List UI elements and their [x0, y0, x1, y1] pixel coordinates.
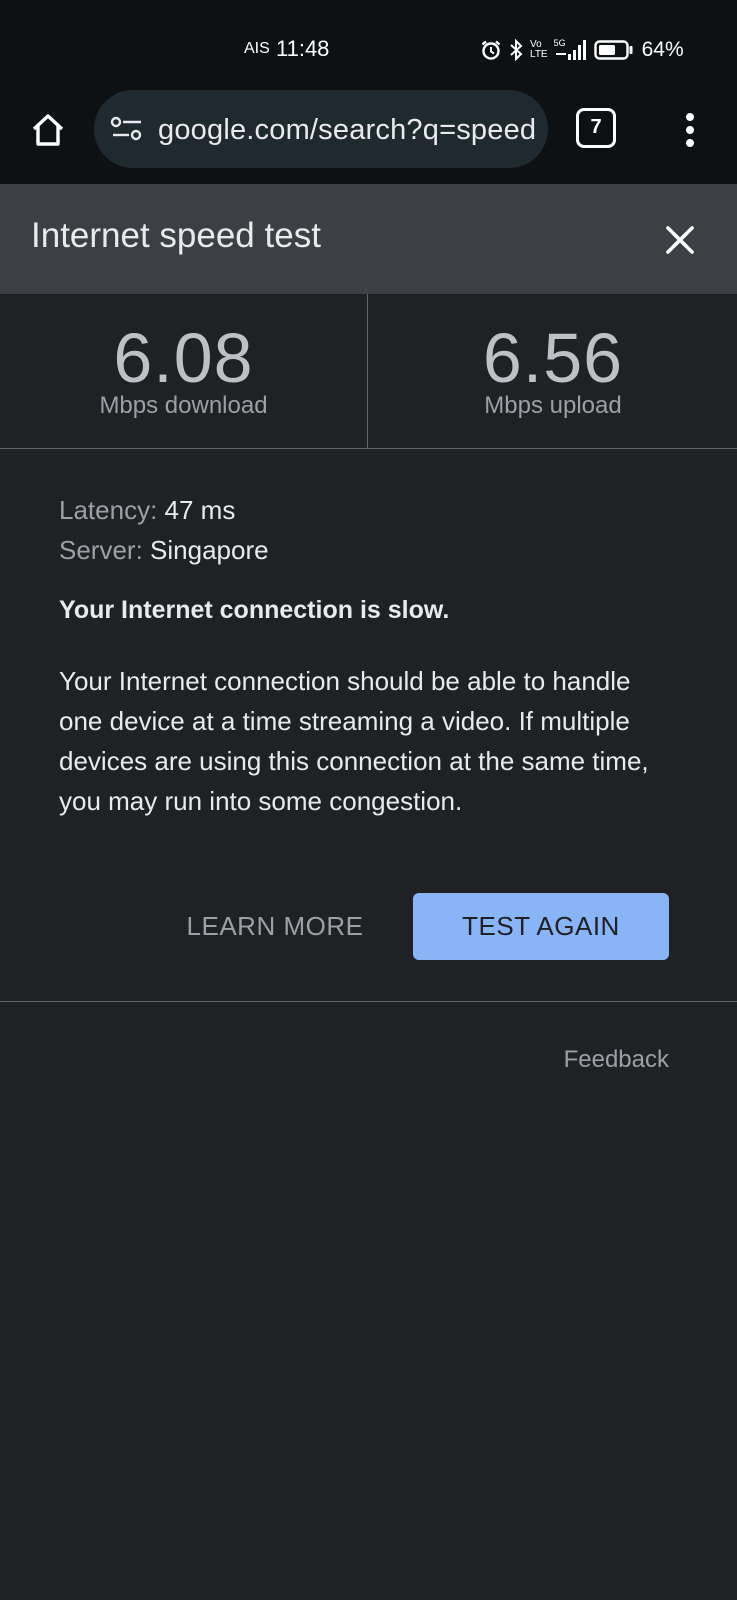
divider	[0, 1001, 737, 1002]
latency-row: Latency: 47 ms	[59, 490, 689, 530]
bluetooth-icon	[508, 38, 524, 62]
test-details: Latency: 47 ms Server: Singapore	[59, 490, 689, 570]
home-icon	[32, 114, 64, 146]
address-bar[interactable]: google.com/search?q=speed+test	[94, 90, 548, 168]
page-title: Internet speed test	[31, 216, 321, 255]
feedback-link[interactable]: Feedback	[540, 1046, 669, 1074]
close-icon	[666, 226, 694, 254]
home-button[interactable]	[26, 108, 70, 152]
browser-toolbar: google.com/search?q=speed+test 7	[0, 80, 737, 184]
download-value: 6.08	[113, 319, 254, 397]
download-label: Mbps download	[99, 392, 268, 419]
server-row: Server: Singapore	[59, 530, 689, 570]
latency-label: Latency:	[59, 495, 158, 525]
upload-label: Mbps upload	[484, 392, 622, 419]
status-time: 11:48	[276, 36, 330, 61]
result-heading: Your Internet connection is slow.	[59, 596, 450, 624]
tab-count: 7	[590, 116, 602, 138]
tab-switcher-button[interactable]: 7	[576, 108, 616, 148]
status-icons: Vo LTE 5G 64%	[480, 36, 684, 64]
url-text[interactable]: google.com/search?q=speed+test	[158, 114, 536, 147]
upload-metric: 6.56 Mbps upload	[369, 294, 737, 448]
speed-test-header: Internet speed test	[0, 184, 737, 294]
learn-more-button[interactable]: LEARN MORE	[170, 893, 380, 959]
download-metric: 6.08 Mbps download	[0, 294, 368, 448]
latency-value: 47 ms	[164, 495, 236, 525]
battery-icon	[593, 39, 634, 61]
server-label: Server:	[59, 535, 143, 565]
volte-icon: Vo LTE	[530, 39, 548, 60]
result-description: Your Internet connection should be able …	[59, 666, 649, 816]
status-bar: AIS 11:48 Vo LTE 5G 64%	[0, 0, 737, 80]
test-again-button[interactable]: TEST AGAIN	[413, 893, 669, 960]
close-button[interactable]	[660, 220, 700, 260]
menu-button[interactable]	[674, 110, 706, 150]
server-value: Singapore	[150, 535, 269, 565]
carrier-label: AIS	[244, 40, 270, 57]
tune-icon[interactable]	[110, 114, 144, 149]
signal-5g-icon: 5G	[554, 38, 588, 62]
speed-metrics: 6.08 Mbps download 6.56 Mbps upload	[0, 294, 737, 449]
alarm-icon	[480, 39, 502, 61]
more-vert-icon	[686, 113, 694, 147]
battery-percentage: 64%	[641, 38, 684, 61]
upload-value: 6.56	[482, 319, 624, 397]
